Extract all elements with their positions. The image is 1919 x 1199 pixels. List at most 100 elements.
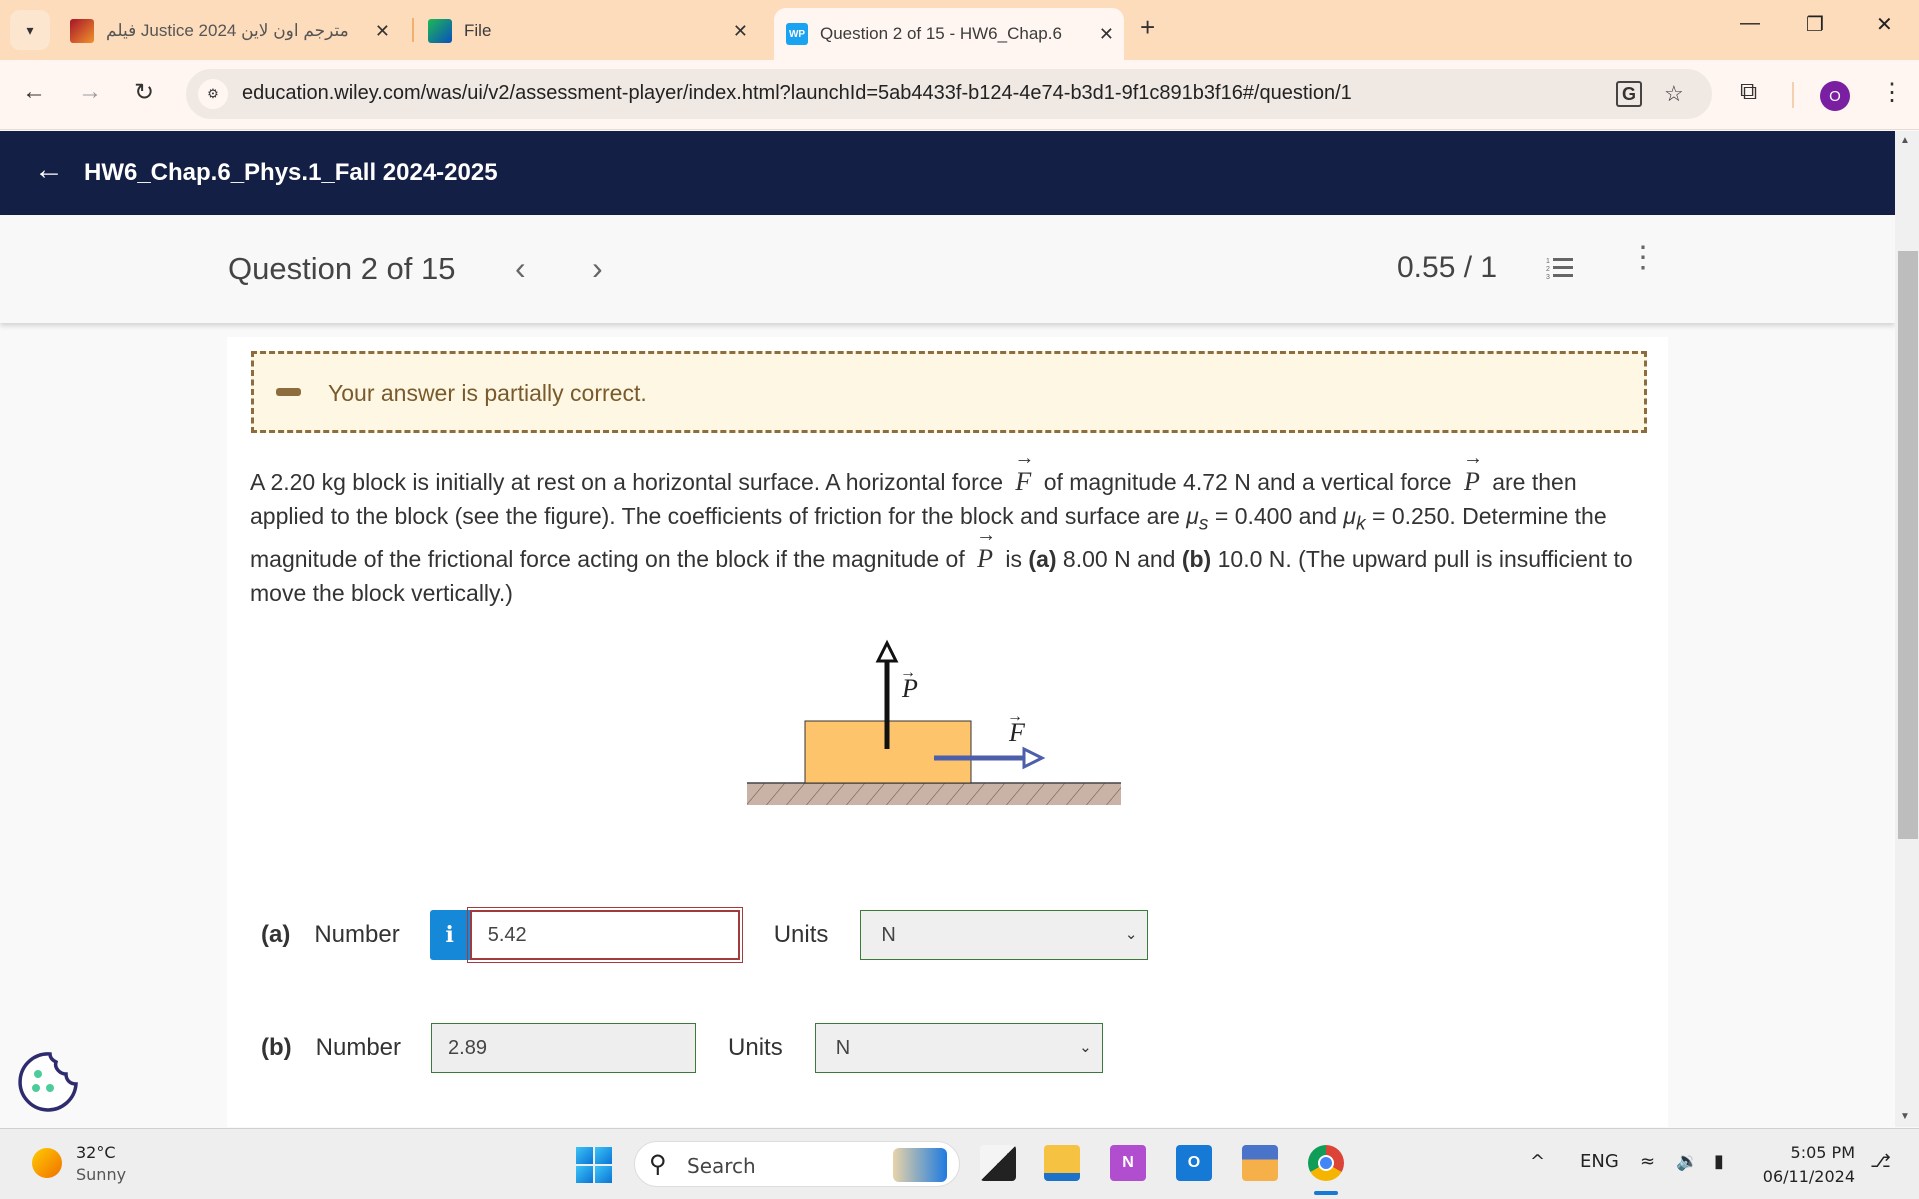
close-tab-icon[interactable]: ✕ bbox=[1099, 24, 1114, 45]
window-close-button[interactable]: ✕ bbox=[1876, 12, 1893, 37]
score-display: 0.55 / 1 bbox=[1397, 251, 1498, 284]
restore-button[interactable]: ❐ bbox=[1806, 12, 1824, 37]
weather-temp[interactable]: 32°C bbox=[76, 1143, 116, 1162]
text: = 0.400 and bbox=[1214, 503, 1338, 529]
site-info-icon[interactable]: ⚙ bbox=[198, 79, 228, 109]
sun-icon[interactable] bbox=[32, 1148, 62, 1178]
close-tab-icon[interactable]: ✕ bbox=[375, 21, 390, 42]
P-vector-arrow: → bbox=[900, 664, 916, 681]
course-title: HW6_Chap.6_Phys.1_Fall 2024-2025 bbox=[84, 159, 498, 186]
back-arrow-icon[interactable]: ← bbox=[34, 153, 64, 187]
medal-app-icon[interactable] bbox=[1242, 1145, 1278, 1181]
units-label: Units bbox=[728, 1034, 783, 1061]
weather-condition[interactable]: Sunny bbox=[76, 1165, 126, 1184]
number-label: Number bbox=[314, 921, 400, 948]
chevron-down-icon: ⌄ bbox=[1124, 926, 1138, 943]
part-label: (b) bbox=[261, 1034, 292, 1061]
reload-button[interactable]: ↻ bbox=[134, 78, 154, 107]
next-question-button[interactable]: › bbox=[592, 250, 603, 287]
problem-text: A 2.20 kg block is initially at rest on … bbox=[250, 441, 1650, 610]
address-bar-row: ← → ↻ ⚙ education.wiley.com/was/ui/v2/as… bbox=[0, 60, 1919, 130]
subscript-k: k bbox=[1356, 513, 1366, 535]
onenote-icon[interactable]: N bbox=[1110, 1145, 1146, 1181]
clock-date: 06/11/2024 bbox=[1762, 1167, 1855, 1186]
file-explorer-icon[interactable] bbox=[1044, 1145, 1080, 1181]
answer-a-input[interactable]: 5.42 bbox=[466, 907, 743, 963]
page-scrollbar[interactable]: ▲ ▼ bbox=[1895, 131, 1919, 1127]
wileyplus-favicon-icon: WP bbox=[786, 23, 808, 45]
tab-file[interactable]: File ✕ bbox=[428, 8, 758, 54]
tab-title: Question 2 of 15 - HW6_Chap.6 bbox=[820, 24, 1062, 43]
question-content: Your answer is partially correct. A 2.20… bbox=[227, 337, 1668, 1127]
tray-chevron-icon[interactable]: ^ bbox=[1530, 1151, 1545, 1172]
tab-question[interactable]: WP Question 2 of 15 - HW6_Chap.6 ✕ bbox=[774, 8, 1124, 60]
translate-icon[interactable]: G bbox=[1616, 81, 1642, 107]
more-options-icon[interactable]: ⋮ bbox=[1628, 243, 1658, 273]
units-select-b[interactable]: N ⌄ bbox=[814, 1023, 1103, 1073]
volume-icon[interactable]: 🔉 bbox=[1676, 1151, 1698, 1172]
windows-start-icon[interactable] bbox=[576, 1147, 612, 1183]
close-tab-icon[interactable]: ✕ bbox=[733, 21, 748, 42]
profile-avatar[interactable]: O bbox=[1820, 81, 1850, 111]
info-icon[interactable]: i bbox=[429, 910, 470, 960]
tab-separator bbox=[412, 18, 414, 42]
number-label: Number bbox=[315, 1034, 402, 1061]
search-highlight-icon bbox=[893, 1148, 947, 1182]
feedback-banner: Your answer is partially correct. bbox=[251, 351, 1647, 433]
text: of magnitude 4.72 N and a vertical force bbox=[1043, 469, 1452, 495]
url-text[interactable]: education.wiley.com/was/ui/v2/assessment… bbox=[242, 82, 1352, 105]
question-list-icon[interactable]: 1 2 3 bbox=[1546, 255, 1574, 281]
course-header: ← HW6_Chap.6_Phys.1_Fall 2024-2025 bbox=[0, 131, 1895, 215]
scroll-down-arrow-icon[interactable]: ▼ bbox=[1900, 1111, 1910, 1122]
selected-unit: N bbox=[835, 1036, 851, 1059]
scroll-up-arrow-icon[interactable]: ▲ bbox=[1900, 135, 1910, 146]
omnibox[interactable]: ⚙ education.wiley.com/was/ui/v2/assessme… bbox=[186, 69, 1712, 119]
extensions-icon[interactable]: ⧉ bbox=[1740, 78, 1757, 106]
task-view-icon[interactable] bbox=[980, 1145, 1016, 1181]
answer-row-b: (b) Number 2.89 Units N ⌄ bbox=[261, 1023, 1103, 1073]
divider bbox=[1792, 82, 1794, 108]
svg-text:1: 1 bbox=[1546, 258, 1550, 265]
forward-button[interactable]: → bbox=[78, 78, 102, 106]
minimize-button[interactable]: — bbox=[1740, 12, 1760, 35]
browser-tab-bar: ▾ فيلم Justice 2024 مترجم اون لاين ✕ Fil… bbox=[0, 0, 1919, 60]
partial-correct-icon bbox=[276, 388, 301, 396]
vector-P: P bbox=[1463, 441, 1483, 499]
previous-question-button[interactable]: ‹ bbox=[515, 250, 526, 287]
chrome-icon[interactable] bbox=[1308, 1145, 1344, 1181]
block-force-figure: P → F → bbox=[747, 639, 1121, 805]
part-label: (a) bbox=[261, 921, 291, 948]
back-button[interactable]: ← bbox=[22, 78, 46, 106]
outlook-icon[interactable]: O bbox=[1176, 1145, 1212, 1181]
text: is bbox=[1005, 545, 1023, 572]
clock-time: 5:05 PM bbox=[1790, 1143, 1855, 1162]
mu-symbol: μ bbox=[1343, 503, 1357, 529]
F-vector-arrow: → bbox=[1007, 708, 1023, 725]
text: A 2.20 kg block is initially at rest on … bbox=[250, 469, 1004, 495]
wifi-icon[interactable]: ≈ bbox=[1640, 1151, 1655, 1172]
units-select-a[interactable]: N ⌄ bbox=[860, 910, 1149, 960]
selected-unit: N bbox=[881, 923, 896, 946]
new-tab-button[interactable]: + bbox=[1140, 12, 1155, 43]
system-clock[interactable]: 5:05 PM 06/11/2024 bbox=[1763, 1141, 1855, 1189]
notification-bell-icon[interactable]: ⎇ bbox=[1870, 1151, 1891, 1172]
language-indicator[interactable]: ENG bbox=[1580, 1151, 1619, 1172]
part-b-label: (b) bbox=[1181, 545, 1212, 572]
cookie-settings-icon[interactable] bbox=[16, 1050, 80, 1114]
answer-row-a: (a) Number i 5.42 Units N ⌄ bbox=[261, 907, 1149, 963]
subscript-s: s bbox=[1198, 513, 1209, 535]
search-icon: ⚲ bbox=[649, 1151, 667, 1178]
question-title: Question 2 of 15 bbox=[228, 251, 456, 286]
tab-movie[interactable]: فيلم Justice 2024 مترجم اون لاين ✕ bbox=[70, 8, 400, 54]
scroll-thumb[interactable] bbox=[1898, 251, 1918, 839]
answer-b-input[interactable]: 2.89 bbox=[431, 1023, 697, 1073]
bookmark-star-icon[interactable]: ☆ bbox=[1664, 81, 1684, 107]
units-label: Units bbox=[773, 921, 829, 948]
chevron-down-icon: ⌄ bbox=[1079, 1039, 1092, 1056]
browser-menu-icon[interactable]: ⋮ bbox=[1880, 78, 1904, 107]
svg-text:2: 2 bbox=[1546, 266, 1550, 273]
feedback-message: Your answer is partially correct. bbox=[328, 380, 647, 406]
taskbar-search[interactable]: ⚲ Search bbox=[634, 1141, 960, 1187]
battery-icon[interactable]: ▮ bbox=[1714, 1151, 1724, 1172]
tab-list-button[interactable]: ▾ bbox=[10, 10, 50, 50]
